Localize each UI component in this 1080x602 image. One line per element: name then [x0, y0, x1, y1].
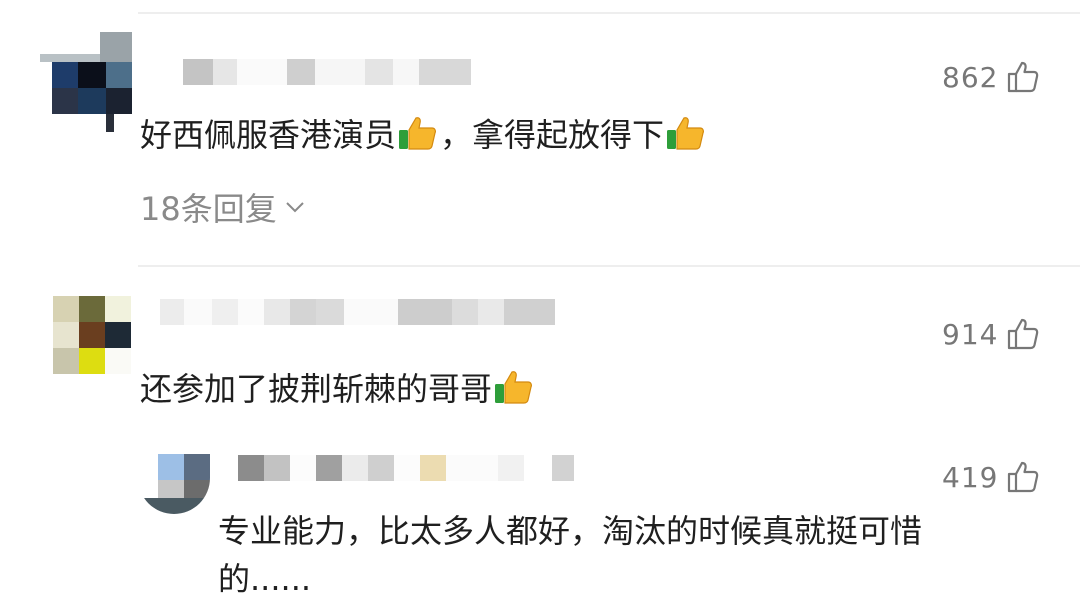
avatar[interactable] — [138, 454, 210, 514]
replies-count-label: 18条回复 — [140, 190, 277, 228]
divider — [138, 265, 1080, 267]
comment-text-part: 好西佩服香港演员 — [140, 116, 397, 154]
like-count: 914 — [942, 317, 999, 351]
thumbs-up-outline-icon — [1008, 61, 1039, 93]
thumbs-up-emoji-icon — [667, 117, 705, 150]
divider-top — [138, 12, 1080, 14]
chevron-down-icon — [286, 202, 304, 213]
reply-text-line: 的...... — [218, 560, 312, 598]
comment-text: 好西佩服香港演员 ，拿得起放得下 — [140, 112, 708, 158]
avatar[interactable] — [40, 32, 132, 132]
comment-text-part: 还参加了披荆斩棘的哥哥 — [140, 370, 493, 408]
like-button[interactable]: 862 — [942, 60, 1040, 94]
username-blurred[interactable] — [238, 455, 600, 481]
thumbs-up-emoji-icon — [399, 117, 436, 150]
username-blurred[interactable] — [160, 299, 555, 325]
comment-text-part: ，拿得起放得下 — [440, 116, 665, 154]
view-replies-button[interactable]: 18条回复 — [140, 184, 305, 230]
like-button[interactable]: 419 — [942, 460, 1040, 494]
thumbs-up-emoji-icon — [495, 371, 532, 404]
like-count: 419 — [942, 460, 999, 494]
avatar[interactable] — [53, 296, 131, 374]
thumbs-up-outline-icon — [1008, 461, 1039, 493]
username-blurred[interactable] — [183, 59, 475, 85]
thumbs-up-outline-icon — [1008, 318, 1039, 350]
like-count: 862 — [942, 60, 999, 94]
comment-text: 还参加了披荆斩棘的哥哥 — [140, 366, 536, 412]
like-button[interactable]: 914 — [942, 317, 1040, 351]
reply-text-line: 专业能力，比太多人都好，淘汰的时候真就挺可惜 — [218, 512, 923, 550]
